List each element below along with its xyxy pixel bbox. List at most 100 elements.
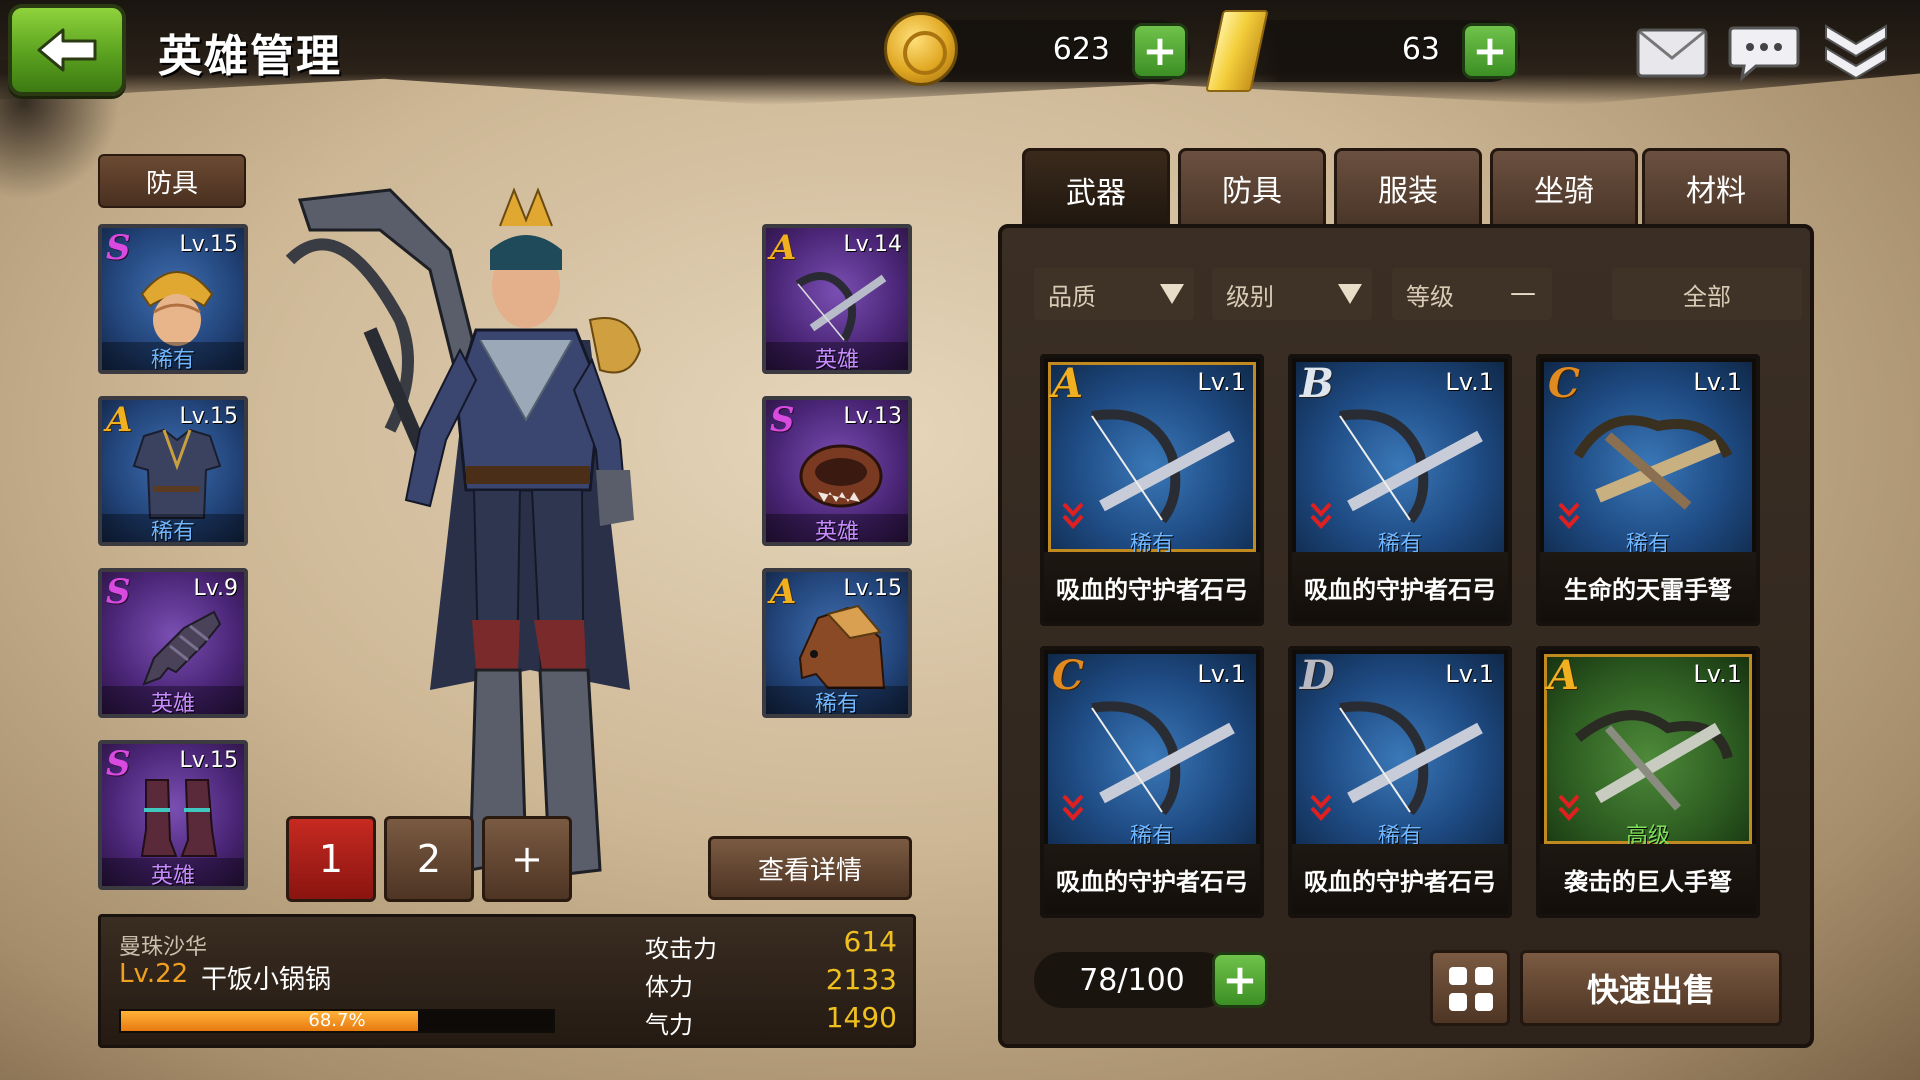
tab-mounts[interactable]: 坐骑 bbox=[1490, 148, 1638, 224]
hero-name: 干饭小锅锅 bbox=[201, 965, 332, 995]
slot-rarity: 稀有 bbox=[766, 686, 908, 714]
add-gold-button[interactable]: + bbox=[1132, 23, 1188, 79]
coin-icon bbox=[884, 12, 958, 86]
item-art: C Lv.1 稀有 bbox=[1048, 652, 1256, 849]
equip-slot-armor[interactable]: A Lv.15 稀有 bbox=[98, 396, 248, 546]
stat-value-attack: 614 bbox=[843, 925, 897, 958]
slot-rarity: 英雄 bbox=[766, 514, 908, 542]
inventory-item[interactable]: C Lv.1 稀有 生命的天雷手弩 bbox=[1536, 354, 1760, 626]
grid-icon bbox=[1449, 993, 1467, 1011]
item-art: C Lv.1 稀有 bbox=[1544, 360, 1752, 557]
item-art: A Lv.1 稀有 bbox=[1048, 360, 1256, 557]
grade-badge: A bbox=[1548, 652, 1580, 699]
equip-slot-boots[interactable]: S Lv.15 英雄 bbox=[98, 740, 248, 890]
back-arrow-icon bbox=[37, 28, 97, 72]
heavy-crossbow-icon bbox=[1573, 415, 1733, 510]
item-level: Lv.1 bbox=[1693, 660, 1742, 688]
item-art: D Lv.1 稀有 bbox=[1296, 652, 1504, 849]
exp-percent-text: 68.7% bbox=[308, 1010, 366, 1031]
armor-icon bbox=[132, 428, 222, 519]
view-details-button[interactable]: 查看详情 bbox=[708, 836, 912, 900]
item-level: Lv.1 bbox=[1693, 368, 1742, 396]
inventory-panel: 品质 级别 等级 — 全部 A Lv.1 稀有 吸血的守护者石弓 B Lv.1 … bbox=[998, 224, 1814, 1048]
grade-filter[interactable]: 等级 — bbox=[1392, 268, 1552, 320]
inventory-item[interactable]: A Lv.1 稀有 吸血的守护者石弓 bbox=[1040, 354, 1264, 626]
add-ingot-button[interactable]: + bbox=[1462, 23, 1518, 79]
equip-slot-weapon[interactable]: A Lv.14 英雄 bbox=[762, 224, 912, 374]
item-name: 吸血的守护者石弓 bbox=[1044, 552, 1260, 622]
stat-value-energy: 1490 bbox=[825, 1001, 897, 1034]
page-title: 英雄管理 bbox=[158, 31, 342, 82]
ingot-counter: 63 + bbox=[1205, 10, 1520, 92]
all-filter[interactable]: 全部 bbox=[1612, 268, 1802, 320]
gold-value: 623 bbox=[1052, 32, 1110, 67]
equip-slot-ring[interactable]: S Lv.13 英雄 bbox=[762, 396, 912, 546]
hero-character-model bbox=[285, 187, 642, 878]
chat-icon[interactable] bbox=[1726, 20, 1802, 84]
hero-stats-panel: 曼珠沙华 Lv.22 干饭小锅锅 68.7% 攻击力 614 体力 2133 气… bbox=[98, 914, 916, 1048]
quality-filter-label: 品质 bbox=[1048, 282, 1096, 311]
slot-rarity: 稀有 bbox=[102, 342, 244, 370]
item-art: A Lv.1 高级 bbox=[1544, 652, 1752, 849]
inventory-item[interactable]: B Lv.1 稀有 吸血的守护者石弓 bbox=[1288, 354, 1512, 626]
crossbow-icon bbox=[1091, 409, 1235, 524]
tab-costume[interactable]: 服装 bbox=[1334, 148, 1482, 224]
grade-badge: B bbox=[1300, 360, 1334, 407]
grid-view-button[interactable] bbox=[1430, 950, 1510, 1026]
tab-armor[interactable]: 防具 bbox=[1178, 148, 1326, 224]
item-level: Lv.1 bbox=[1197, 368, 1246, 396]
grade-filter-value: — bbox=[1510, 278, 1536, 308]
heavy-crossbow-icon bbox=[1574, 710, 1733, 811]
armor-category-label: 防具 bbox=[98, 154, 246, 208]
exp-progress-bar: 68.7% bbox=[119, 1009, 555, 1033]
inventory-capacity: 78/100 bbox=[1034, 952, 1230, 1008]
crossbow-icon bbox=[1339, 701, 1483, 816]
dropdown-arrow-icon bbox=[1160, 284, 1184, 304]
item-name: 吸血的守护者石弓 bbox=[1044, 844, 1260, 914]
slot-rarity: 英雄 bbox=[102, 858, 244, 886]
equip-slot-gauntlet[interactable]: S Lv.9 英雄 bbox=[98, 568, 248, 718]
horse-icon bbox=[798, 604, 886, 689]
tab-materials[interactable]: 材料 bbox=[1642, 148, 1790, 224]
grid-icon bbox=[1475, 993, 1493, 1011]
crossbow-icon bbox=[795, 272, 887, 342]
inventory-item[interactable]: D Lv.1 稀有 吸血的守护者石弓 bbox=[1288, 646, 1512, 918]
slot-rarity: 英雄 bbox=[766, 342, 908, 370]
expand-inventory-button[interactable]: + bbox=[1212, 952, 1268, 1008]
ingot-value: 63 bbox=[1401, 32, 1440, 67]
grade-filter-label: 等级 bbox=[1406, 282, 1454, 311]
helmet-icon bbox=[140, 271, 214, 346]
item-name: 生命的天雷手弩 bbox=[1540, 552, 1756, 622]
item-level: Lv.1 bbox=[1197, 660, 1246, 688]
inventory-item[interactable]: C Lv.1 稀有 吸血的守护者石弓 bbox=[1040, 646, 1264, 918]
stat-label-attack: 攻击力 bbox=[645, 935, 717, 963]
grid-icon bbox=[1475, 967, 1493, 985]
grade-badge: D bbox=[1300, 652, 1335, 699]
quick-sell-button[interactable]: 快速出售 bbox=[1520, 950, 1782, 1026]
item-art: B Lv.1 稀有 bbox=[1296, 360, 1504, 557]
stat-label-energy: 气力 bbox=[645, 1011, 693, 1039]
mail-icon[interactable] bbox=[1634, 20, 1710, 84]
level-filter[interactable]: 级别 bbox=[1212, 268, 1372, 320]
add-loadout-button[interactable]: + bbox=[482, 816, 572, 902]
loadout-tab-1[interactable]: 1 bbox=[286, 816, 376, 902]
loadout-tab-2[interactable]: 2 bbox=[384, 816, 474, 902]
tab-weapons[interactable]: 武器 bbox=[1022, 148, 1170, 228]
equip-slot-mount[interactable]: A Lv.15 稀有 bbox=[762, 568, 912, 718]
item-level: Lv.1 bbox=[1445, 368, 1494, 396]
collapse-menu-icon[interactable] bbox=[1818, 20, 1894, 84]
equip-slot-helmet[interactable]: S Lv.15 稀有 bbox=[98, 224, 248, 374]
hero-level: Lv.22 bbox=[119, 959, 189, 989]
quality-filter[interactable]: 品质 bbox=[1034, 268, 1194, 320]
slot-rarity: 稀有 bbox=[102, 514, 244, 542]
grade-badge: A bbox=[1052, 360, 1084, 407]
item-name: 吸血的守护者石弓 bbox=[1292, 844, 1508, 914]
level-filter-label: 级别 bbox=[1226, 282, 1274, 311]
grade-badge: C bbox=[1548, 360, 1580, 407]
inventory-item[interactable]: A Lv.1 高级 袭击的巨人手弩 bbox=[1536, 646, 1760, 918]
back-button[interactable] bbox=[8, 4, 126, 96]
grid-icon bbox=[1449, 967, 1467, 985]
stat-value-stamina: 2133 bbox=[825, 963, 897, 996]
stat-label-stamina: 体力 bbox=[645, 973, 693, 1001]
gold-counter: 623 + bbox=[884, 12, 1190, 86]
